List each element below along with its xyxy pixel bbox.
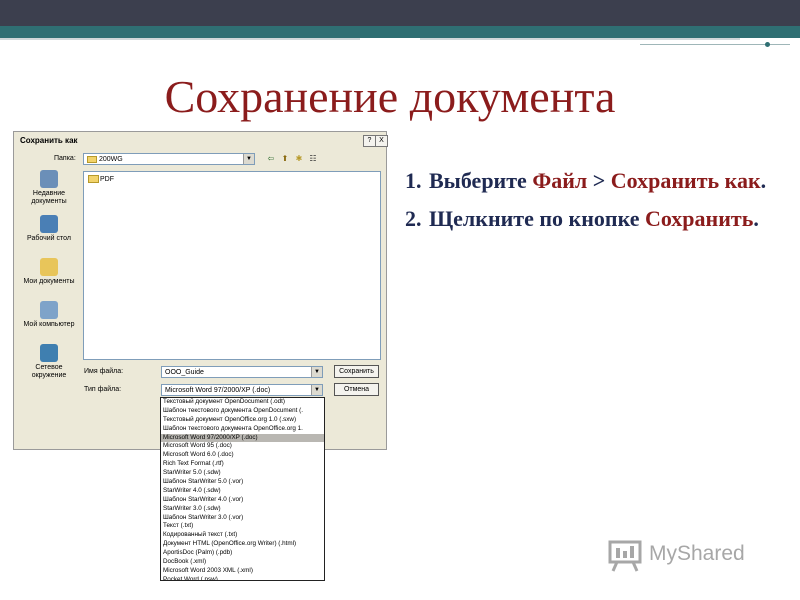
- chevron-down-icon: ▼: [243, 154, 254, 164]
- chevron-down-icon: ▼: [311, 385, 322, 395]
- filetype-option[interactable]: Microsoft Word 2003 XML (.xml): [161, 567, 324, 576]
- filename-label: Имя файла:: [84, 368, 124, 375]
- step-2: 2. Щелкните по кнопке Сохранить.: [405, 202, 785, 236]
- step-text: .: [760, 168, 767, 193]
- filetype-select[interactable]: Microsoft Word 97/2000/XP (.doc) ▼: [161, 384, 323, 396]
- step-number: 2.: [405, 206, 422, 231]
- folder-label: Папка:: [54, 155, 76, 162]
- place-label: Сетевое окружение: [31, 364, 67, 379]
- logo-text: MyShared: [649, 542, 745, 565]
- filetype-option[interactable]: Текстовый документ OpenDocument (.odt): [161, 398, 324, 407]
- top-highlight-line: [0, 38, 360, 40]
- folder-item-label: PDF: [100, 175, 114, 183]
- step-number: 1.: [405, 168, 422, 193]
- instruction-steps: 1. Выберите Файл > Сохранить как. 2. Щел…: [405, 164, 785, 236]
- filetype-option[interactable]: Шаблон StarWriter 3.0 (.vor): [161, 514, 324, 523]
- step-text: Выберите: [429, 168, 533, 193]
- step-text: Щелкните по кнопке: [429, 206, 645, 231]
- myshared-logo: MyShared: [607, 538, 767, 572]
- dialog-title: Сохранить как: [20, 136, 78, 145]
- filetype-option[interactable]: Текстовый документ OpenOffice.org 1.0 (.…: [161, 416, 324, 425]
- place-label: Мой компьютер: [23, 321, 75, 328]
- filetype-option[interactable]: Шаблон StarWriter 5.0 (.vor): [161, 478, 324, 487]
- filetype-option[interactable]: AportisDoc (Palm) (.pdb): [161, 549, 324, 558]
- filetype-option[interactable]: Шаблон текстового документа OpenOffice.o…: [161, 425, 324, 434]
- place-desktop[interactable]: Рабочий стол: [18, 215, 80, 243]
- slide-title: Сохранение документа: [164, 71, 616, 122]
- filetype-option[interactable]: Pocket Word (.psw): [161, 576, 324, 580]
- filetype-value: Microsoft Word 97/2000/XP (.doc): [165, 387, 271, 394]
- folder-icon: [88, 175, 99, 183]
- new-folder-icon[interactable]: ✱: [294, 154, 304, 164]
- desktop-icon: [40, 215, 58, 233]
- filetype-dropdown-list: Текстовый документ OpenDocument (.odt) Ша…: [160, 397, 325, 581]
- filetype-option[interactable]: Документ HTML (OpenOffice.org Writer) (.…: [161, 540, 324, 549]
- step-text: .: [753, 206, 759, 231]
- step-highlight: Сохранить: [644, 206, 754, 231]
- place-my-documents[interactable]: Мои документы: [18, 258, 80, 286]
- cancel-button[interactable]: Отмена: [334, 383, 379, 396]
- folder-icon: [87, 155, 97, 163]
- top-bar: [0, 0, 800, 26]
- place-label: Недавние документы: [31, 190, 67, 205]
- filetype-option[interactable]: StarWriter 3.0 (.sdw): [161, 505, 324, 514]
- filename-value: OOO_Guide: [165, 369, 204, 376]
- filetype-option[interactable]: Шаблон текстового документа OpenDocument…: [161, 407, 324, 416]
- filetype-option[interactable]: Шаблон StarWriter 4.0 (.vor): [161, 496, 324, 505]
- folder-value: 200WG: [98, 156, 123, 163]
- save-button[interactable]: Сохранить: [334, 365, 379, 378]
- filename-input[interactable]: OOO_Guide ▼: [161, 366, 323, 378]
- view-menu-icon[interactable]: ☷: [308, 154, 318, 164]
- network-icon: [40, 344, 58, 362]
- filetype-option[interactable]: Кодированный текст (.txt): [161, 531, 324, 540]
- my-documents-icon: [40, 258, 58, 276]
- filetype-option[interactable]: DocBook (.xml): [161, 558, 324, 567]
- place-recent[interactable]: Недавние документы: [18, 170, 80, 206]
- step-highlight: Сохранить как: [610, 168, 761, 193]
- step-text: >: [587, 168, 611, 193]
- up-folder-icon[interactable]: ⬆: [280, 154, 290, 164]
- folder-item-pdf[interactable]: PDF: [88, 175, 114, 183]
- recent-documents-icon: [40, 170, 58, 188]
- filetype-option[interactable]: Microsoft Word 6.0 (.doc): [161, 451, 324, 460]
- filetype-option[interactable]: Microsoft Word 95 (.doc): [161, 442, 324, 451]
- filetype-option[interactable]: StarWriter 5.0 (.sdw): [161, 469, 324, 478]
- presentation-board-icon: [608, 540, 642, 572]
- filetype-label: Тип файла:: [84, 386, 122, 393]
- place-network[interactable]: Сетевое окружение: [18, 344, 80, 380]
- place-label: Рабочий стол: [27, 235, 71, 242]
- place-label: Мои документы: [23, 278, 75, 285]
- top-highlight-line-2: [420, 38, 740, 40]
- filetype-option[interactable]: Rich Text Format (.rtf): [161, 460, 324, 469]
- chevron-down-icon: ▼: [311, 367, 322, 377]
- file-list[interactable]: PDF: [83, 171, 381, 360]
- filetype-option[interactable]: Microsoft Word 97/2000/XP (.doc): [161, 433, 324, 443]
- place-my-computer[interactable]: Мой компьютер: [18, 301, 80, 329]
- step-highlight: Файл: [532, 168, 588, 193]
- back-icon[interactable]: ⇦: [266, 154, 276, 164]
- top-accent-bar: [0, 26, 800, 38]
- decor-dot: [765, 42, 770, 47]
- my-computer-icon: [40, 301, 58, 319]
- close-button[interactable]: X: [375, 135, 388, 147]
- step-1: 1. Выберите Файл > Сохранить как.: [405, 164, 785, 198]
- filetype-option[interactable]: StarWriter 4.0 (.sdw): [161, 487, 324, 496]
- folder-select[interactable]: 200WG ▼: [83, 153, 255, 165]
